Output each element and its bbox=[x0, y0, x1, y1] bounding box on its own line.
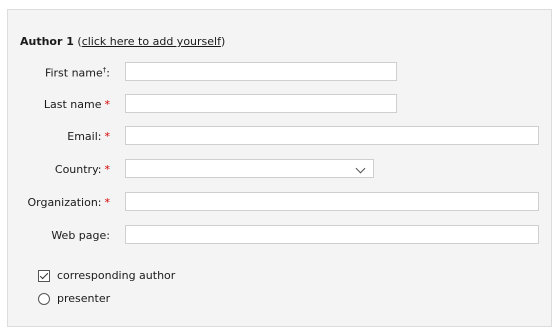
email-label: Email: * bbox=[67, 130, 110, 143]
country-label: Country: * bbox=[54, 163, 111, 176]
last-name-label: Last name * bbox=[43, 98, 111, 111]
last-name-input[interactable] bbox=[125, 94, 397, 113]
organization-label: Organization: * bbox=[27, 196, 110, 209]
author-panel: Author 1 (click here to add yourself) Fi… bbox=[7, 9, 552, 327]
web-page-input[interactable] bbox=[125, 225, 539, 244]
required-marker: * bbox=[104, 196, 111, 209]
country-select[interactable] bbox=[125, 159, 374, 178]
presenter-label: presenter bbox=[57, 292, 111, 305]
add-yourself-link[interactable]: click here to add yourself bbox=[82, 35, 221, 48]
presenter-radio[interactable] bbox=[38, 292, 50, 305]
presenter-option[interactable]: presenter bbox=[38, 292, 110, 305]
organization-input[interactable] bbox=[125, 192, 539, 211]
author-heading: Author 1 (click here to add yourself) bbox=[20, 35, 226, 48]
web-page-label: Web page: bbox=[51, 229, 110, 242]
corresponding-author-option[interactable]: corresponding author bbox=[38, 269, 175, 282]
required-marker: * bbox=[104, 98, 111, 111]
chevron-down-icon bbox=[355, 163, 366, 174]
corresponding-author-checkbox[interactable] bbox=[38, 269, 50, 282]
first-name-label: First name†: bbox=[44, 66, 110, 80]
required-marker: * bbox=[104, 130, 111, 143]
first-name-input[interactable] bbox=[125, 62, 397, 81]
author-heading-label: Author 1 bbox=[20, 35, 74, 48]
corresponding-author-label: corresponding author bbox=[57, 269, 176, 282]
email-input[interactable] bbox=[125, 126, 539, 145]
required-marker: * bbox=[104, 163, 111, 176]
